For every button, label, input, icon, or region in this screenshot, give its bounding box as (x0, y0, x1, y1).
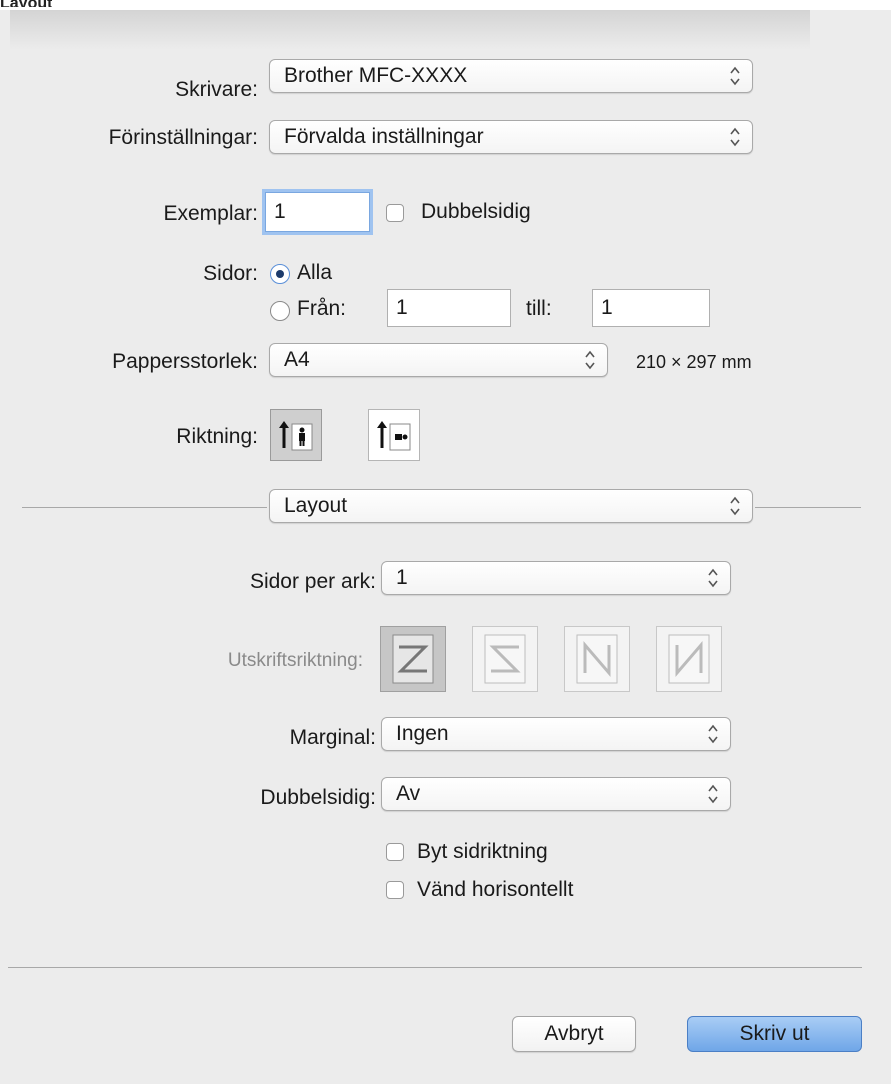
reverse-n-direction-icon (668, 634, 710, 684)
pages-per-sheet-popup[interactable]: 1 (381, 561, 731, 595)
two-sided-popup[interactable]: Av (381, 777, 731, 811)
portrait-icon (279, 421, 313, 451)
print-button[interactable]: Skriv ut (687, 1016, 862, 1052)
two-sided-value: Av (396, 782, 421, 805)
pages-per-sheet-label: Sidor per ark: (249, 570, 376, 593)
presets-value: Förvalda inställningar (284, 125, 484, 148)
cut-off-title: Layout (0, 0, 52, 7)
reverse-orientation-checkbox[interactable] (386, 843, 404, 861)
border-value: Ingen (396, 722, 449, 745)
n-direction-icon (576, 634, 618, 684)
copies-field[interactable]: 1 (265, 192, 370, 232)
popup-arrows-icon (708, 568, 718, 588)
portrait-orientation-button[interactable] (270, 409, 322, 461)
pages-from-label: Från: (297, 297, 347, 320)
presets-label: Förinställningar: (108, 126, 258, 149)
border-popup[interactable]: Ingen (381, 717, 731, 751)
pages-label: Sidor: (203, 262, 258, 285)
printer-label: Skrivare: (175, 78, 258, 101)
landscape-orientation-button[interactable] (368, 409, 420, 461)
popup-arrows-icon (708, 784, 718, 804)
printer-popup[interactable]: Brother MFC-XXXX (269, 59, 753, 93)
layout-direction-reverse-n-button (656, 626, 722, 692)
paper-size-label: Pappersstorlek: (112, 350, 258, 373)
landscape-icon (377, 421, 411, 451)
layout-direction-n-button (564, 626, 630, 692)
pages-all-label: Alla (297, 261, 333, 284)
bottom-divider (8, 967, 862, 968)
paper-dimensions: 210 × 297 mm (636, 352, 752, 372)
copies-label: Exemplar: (163, 202, 258, 225)
cancel-button[interactable]: Avbryt (512, 1016, 636, 1052)
popup-arrows-icon (730, 496, 740, 516)
flip-horizontally-label: Vänd horisontellt (417, 878, 574, 901)
section-divider-right (755, 507, 861, 508)
sheet-top-shadow (10, 10, 810, 50)
pages-per-sheet-value: 1 (396, 566, 408, 589)
section-popup[interactable]: Layout (269, 489, 753, 523)
paper-size-popup[interactable]: A4 (269, 343, 608, 377)
reverse-z-direction-icon (484, 634, 526, 684)
pages-to-label: till: (526, 297, 552, 320)
duplex-checkbox-label: Dubbelsidig (421, 200, 531, 223)
top-strip: Layout (0, 0, 891, 10)
pages-from-field[interactable]: 1 (387, 289, 511, 327)
flip-horizontally-checkbox[interactable] (386, 881, 404, 899)
orientation-label: Riktning: (176, 425, 258, 448)
reverse-orientation-label: Byt sidriktning (417, 840, 548, 863)
pages-all-radio[interactable] (270, 264, 290, 284)
printer-value: Brother MFC-XXXX (284, 64, 468, 87)
presets-popup[interactable]: Förvalda inställningar (269, 120, 753, 154)
popup-arrows-icon (585, 350, 595, 370)
pages-to-field[interactable]: 1 (592, 289, 710, 327)
layout-direction-label: Utskriftsriktning: (227, 650, 363, 671)
two-sided-label: Dubbelsidig: (260, 786, 376, 809)
popup-arrows-icon (730, 66, 740, 86)
popup-arrows-icon (708, 724, 718, 744)
popup-arrows-icon (730, 127, 740, 147)
z-direction-icon (392, 634, 434, 684)
duplex-checkbox[interactable] (386, 204, 404, 222)
layout-direction-reverse-z-button (472, 626, 538, 692)
pages-range-radio[interactable] (270, 301, 290, 321)
section-value: Layout (284, 494, 348, 517)
section-divider-left (22, 507, 267, 508)
border-label: Marginal: (289, 726, 376, 749)
layout-direction-z-button (380, 626, 446, 692)
paper-size-value: A4 (284, 348, 310, 371)
